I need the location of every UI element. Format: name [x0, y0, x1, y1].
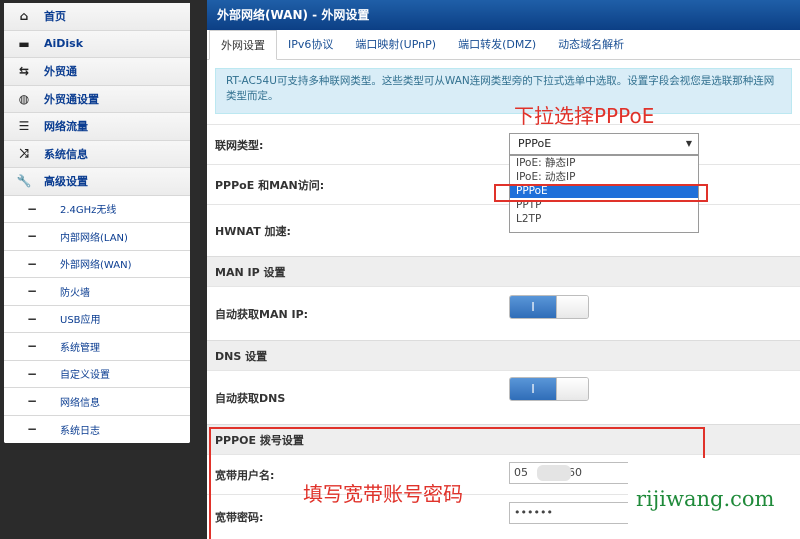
sidebar-sub-syslog[interactable]: − 系统日志 — [4, 415, 190, 443]
wan-type-label: 联网类型: — [215, 138, 264, 152]
sidebar-sub-label: 2.4GHz无线 — [60, 205, 117, 217]
man-ip-auto-row: 自动获取MAN IP: — [207, 286, 800, 340]
sidebar-sub-label: USB应用 — [60, 315, 101, 327]
globe-icon: ◍ — [18, 91, 30, 106]
sidebar-item-system-info[interactable]: ⤨ 系统信息 — [4, 140, 190, 168]
sidebar-item-traffic[interactable]: ☰ 网络流量 — [4, 113, 190, 141]
sidebar-sub-label: 网络信息 — [60, 397, 100, 409]
toggle-on-knob: I — [510, 296, 556, 318]
sidebar-sub-usb[interactable]: − USB应用 — [4, 305, 190, 333]
wan-option-dhcp[interactable]: IPoE: 动态IP — [510, 170, 698, 184]
wan-type-row: 联网类型: — [207, 124, 800, 164]
dns-auto-label: 自动获取DNS — [215, 391, 286, 405]
toggle-off-side — [556, 378, 588, 400]
tab-wan-settings[interactable]: 外网设置 — [209, 30, 277, 60]
sidebar-sub-label: 系统管理 — [60, 342, 100, 354]
toggle-on-knob: I — [510, 378, 556, 400]
printer-icon: ▬ — [18, 36, 30, 51]
network-icon: ⇆ — [18, 64, 30, 79]
sidebar-item-advanced[interactable]: 🔧 高级设置 — [4, 168, 190, 196]
dash-icon: − — [26, 422, 38, 437]
dash-icon: − — [26, 201, 38, 216]
home-icon: ⌂ — [19, 9, 29, 24]
pppoe-man-label: PPPoE 和MAN访问: — [215, 178, 325, 192]
sidebar-sub-wan[interactable]: − 外部网络(WAN) — [4, 250, 190, 278]
tab-upnp[interactable]: 端口映射(UPnP) — [344, 30, 447, 59]
sidebar-sub-netinfo[interactable]: − 网络信息 — [4, 388, 190, 416]
sidebar-item-label: 网络流量 — [44, 120, 88, 134]
sidebar-item-waimaotong[interactable]: ⇆ 外贸通 — [4, 58, 190, 86]
tab-bar: 外网设置 IPv6协议 端口映射(UPnP) 端口转发(DMZ) 动态域名解析 — [207, 30, 800, 60]
sidebar-sub-label: 外部网络(WAN) — [60, 260, 132, 272]
dash-icon: − — [26, 311, 38, 326]
sidebar-sub-label: 自定义设置 — [60, 370, 110, 382]
sidebar-sub-firewall[interactable]: − 防火墙 — [4, 278, 190, 306]
tab-ipv6[interactable]: IPv6协议 — [277, 30, 344, 59]
dash-icon: − — [26, 229, 38, 244]
sidebar-item-label: 系统信息 — [44, 147, 88, 161]
sidebar-sub-custom[interactable]: − 自定义设置 — [4, 360, 190, 388]
annotation-account-note: 填写宽带账号密码 — [303, 482, 463, 506]
sidebar-item-label: 高级设置 — [44, 175, 88, 189]
annotation-dropdown-note: 下拉选择PPPoE — [514, 104, 655, 128]
sidebar-item-aidisk[interactable]: ▬ AiDisk — [4, 30, 190, 58]
hwnat-row: HWNAT 加速: — [207, 204, 800, 256]
sidebar-item-home[interactable]: ⌂ 首页 — [4, 3, 190, 31]
dns-section-header: DNS 设置 — [207, 340, 800, 370]
sidebar-sub-label: 内部网络(LAN) — [60, 232, 128, 244]
sidebar-menu: ⌂ 首页 ▬ AiDisk ⇆ 外贸通 ◍ 外贸通设置 ☰ 网络流量 ⤨ 系统信息 🔧 高级设… — [4, 3, 190, 443]
section-title: MAN IP 设置 — [215, 265, 286, 279]
wan-type-select[interactable]: PPPoE ▼ — [509, 133, 699, 155]
wrench-icon: 🔧 — [16, 174, 32, 189]
dash-icon: − — [26, 256, 38, 271]
list-icon: ☰ — [18, 119, 30, 134]
watermark: rijiwang.com — [628, 458, 800, 539]
sidebar-item-label: AiDisk — [44, 37, 84, 51]
info-alert: RT-AC54U可支持多种联网类型。这些类型可从WAN连网类型旁的下拉式选单中选… — [215, 68, 792, 114]
sidebar-sub-admin[interactable]: − 系统管理 — [4, 333, 190, 361]
dash-icon: − — [26, 366, 38, 381]
wan-option-static[interactable]: IPoE: 静态IP — [510, 156, 698, 170]
page-title: 外部网络(WAN) - 外网设置 — [207, 0, 800, 30]
chevron-down-icon: ▼ — [685, 139, 692, 148]
sidebar-item-label: 外贸通 — [44, 65, 77, 79]
dash-icon: − — [26, 394, 38, 409]
shuffle-icon: ⤨ — [19, 146, 29, 161]
man-ip-auto-toggle[interactable]: I — [509, 295, 589, 319]
sidebar-item-waimaotong-settings[interactable]: ◍ 外贸通设置 — [4, 85, 190, 113]
sidebar-sub-label: 防火墙 — [60, 287, 90, 299]
sidebar-sub-label: 系统日志 — [60, 425, 100, 437]
wan-option-l2tp[interactable]: L2TP — [510, 212, 698, 226]
sidebar-sub-wireless[interactable]: − 2.4GHz无线 — [4, 195, 190, 223]
tab-ddns[interactable]: 动态域名解析 — [547, 30, 635, 59]
sidebar-sub-lan[interactable]: − 内部网络(LAN) — [4, 223, 190, 251]
wan-type-selected: PPPoE — [518, 137, 552, 150]
dash-icon: − — [26, 339, 38, 354]
sidebar-item-label: 外贸通设置 — [44, 92, 99, 106]
man-ip-section-header: MAN IP 设置 — [207, 256, 800, 286]
annotation-box-pppoe — [494, 184, 708, 202]
dash-icon: − — [26, 284, 38, 299]
man-ip-auto-label: 自动获取MAN IP: — [215, 307, 309, 321]
toggle-off-side — [556, 296, 588, 318]
dns-auto-row: 自动获取DNS — [207, 370, 800, 424]
tab-dmz[interactable]: 端口转发(DMZ) — [447, 30, 547, 59]
section-title: DNS 设置 — [215, 349, 268, 363]
dns-auto-toggle[interactable]: I — [509, 377, 589, 401]
hwnat-label: HWNAT 加速: — [215, 224, 291, 238]
sidebar-item-label: 首页 — [44, 10, 66, 24]
